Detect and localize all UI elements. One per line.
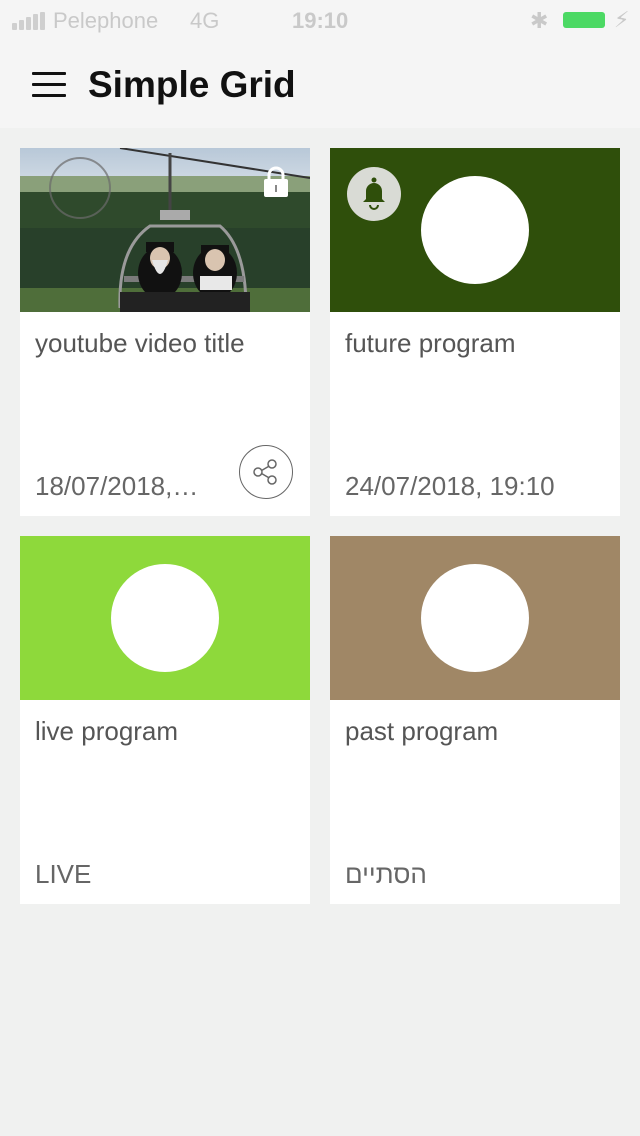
battery-icon	[563, 12, 605, 28]
grid-card-live[interactable]: live program LIVE	[20, 536, 310, 904]
card-title: live program	[35, 716, 179, 746]
card-title: youtube video title	[35, 328, 245, 358]
grid-card-past[interactable]: past program הסתיים	[330, 536, 620, 904]
live-label: LIVE	[35, 859, 92, 889]
bell-icon	[363, 177, 385, 210]
video-thumbnail[interactable]	[20, 148, 310, 312]
grid-card-youtube[interactable]: youtube video title 18/07/2018,…	[20, 148, 310, 516]
card-title: future program	[345, 328, 516, 358]
app-bar: Simple Grid	[0, 40, 640, 128]
card-date: 18/07/2018,…	[35, 471, 199, 501]
charging-icon: ⚡	[614, 7, 630, 32]
share-icon	[253, 459, 277, 485]
clock: 19:10	[292, 8, 349, 33]
placeholder-circle	[111, 564, 219, 672]
program-thumbnail[interactable]	[20, 536, 310, 700]
ended-label: הסתיים	[345, 859, 427, 889]
page-title: Simple Grid	[88, 64, 296, 105]
carrier-name: Pelephone	[53, 8, 159, 33]
program-thumbnail[interactable]	[330, 148, 620, 312]
lock-icon	[264, 166, 288, 197]
bluetooth-icon: ✱	[530, 8, 549, 33]
placeholder-circle	[421, 176, 529, 284]
placeholder-circle	[421, 564, 529, 672]
network-type: 4G	[190, 8, 220, 33]
signal-icon	[12, 12, 48, 30]
card-title: past program	[345, 716, 499, 746]
grid-card-future[interactable]: future program 24/07/2018, 19:10	[330, 148, 620, 516]
reminder-button[interactable]	[347, 167, 401, 221]
card-date: 24/07/2018, 19:10	[345, 471, 555, 501]
hamburger-menu-icon[interactable]	[32, 72, 66, 98]
program-thumbnail[interactable]	[330, 536, 620, 700]
status-bar: Pelephone 4G 19:10 ✱ ⚡	[0, 0, 640, 40]
share-button[interactable]	[239, 445, 293, 499]
